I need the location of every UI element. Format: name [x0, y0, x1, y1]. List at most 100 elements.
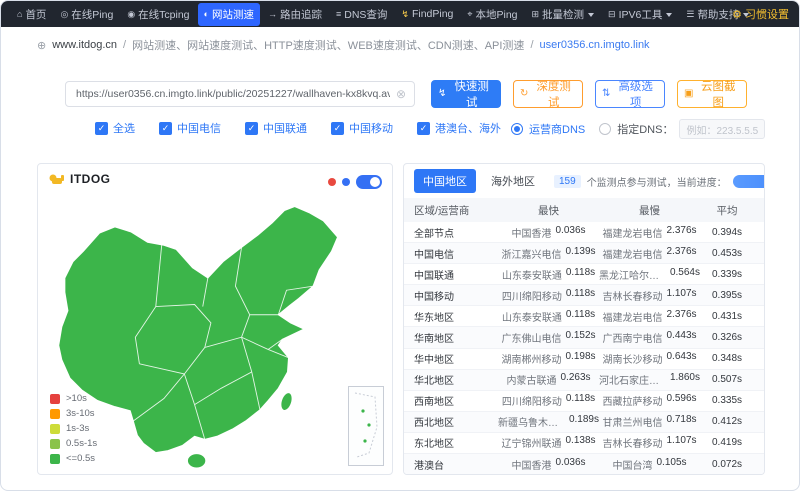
nav-item-label: DNS查询: [344, 8, 388, 21]
map-controls: [328, 175, 382, 189]
nav-item-label: 在线Ping: [71, 8, 114, 21]
chevron-down-icon: [588, 12, 595, 20]
slowest-time: 1.860s: [669, 372, 700, 384]
taiwan-island: [280, 392, 293, 411]
fastest-node: 湖南郴州移动: [501, 355, 562, 367]
nav-item[interactable]: ⊞ 批量检测: [526, 3, 601, 26]
table-row[interactable]: 华北地区 内蒙古联通 0.263s 河北石家庄电信 1.860s 0.507s: [404, 369, 764, 391]
breadcrumb: ⊕ www.itdog.cn / 网站测速、网站速度测试、HTTP速度测试、WE…: [37, 37, 783, 53]
nav-item-label: 首页: [25, 8, 47, 21]
fastest-marker-dot-icon: [342, 178, 350, 186]
deep-test-button[interactable]: ↻ 深度测试: [513, 80, 583, 109]
col-region-header: 区域/运营商: [414, 204, 470, 217]
navbar-items: ⌂ 首页 ◎ 在线Ping ◉ 在线Tcping ◐ 网站测速 → 路由追踪 ≡…: [11, 2, 750, 26]
table-row[interactable]: 西南地区 四川绵阳移动 0.118s 西藏拉萨移动 0.596s 0.335s: [404, 391, 764, 412]
results-tabs: 中国地区 海外地区: [414, 169, 544, 193]
map-marker-toggle[interactable]: [356, 175, 382, 189]
slowest-node: 福建龙岩电信: [602, 249, 663, 261]
table-row[interactable]: 中国联通 山东泰安联通 0.118s 黑龙江哈尔滨联通 0.564s 0.339…: [404, 264, 764, 286]
table-row[interactable]: 全部节点 中国香港 0.036s 福建龙岩电信 2.376s 0.394s: [404, 222, 764, 244]
legend-label: 0.5s-1s: [66, 438, 98, 449]
nav-item[interactable]: ⌖ 本地Ping: [461, 3, 523, 26]
fastest-node: 四川绵阳移动: [501, 397, 562, 409]
fastest-time: 0.263s: [560, 372, 591, 384]
table-row[interactable]: 西北地区 新疆乌鲁木齐电信 0.189s 甘肃兰州电信 0.718s 0.412…: [404, 411, 764, 433]
region-checkbox[interactable]: ✓ 中国电信: [159, 120, 221, 136]
row-average: 0.412s: [711, 416, 743, 428]
results-tab[interactable]: 中国地区: [414, 169, 476, 193]
cloud-screenshot-button[interactable]: ▣ 云图截图: [677, 80, 747, 109]
checkbox-label: 中国移动: [349, 123, 393, 135]
region-checkbox[interactable]: ✓ 港澳台、海外: [417, 120, 501, 136]
row-average: 0.335s: [711, 395, 743, 407]
nav-item[interactable]: ↯ FindPing: [395, 4, 459, 24]
row-region: 东北地区: [414, 439, 454, 451]
row-slowest: 福建龙岩电信 2.376s: [599, 225, 700, 240]
table-row[interactable]: 中国移动 四川绵阳移动 0.118s 吉林长春移动 1.107s 0.395s: [404, 285, 764, 307]
slowest-time: 0.105s: [656, 456, 687, 468]
table-row[interactable]: 华东地区 山东泰安联通 0.118s 福建龙岩电信 2.376s 0.431s: [404, 306, 764, 328]
url-input[interactable]: [74, 87, 392, 101]
region-checkbox[interactable]: ✓ 中国联通: [245, 120, 307, 136]
isp-dns-label[interactable]: 运营商DNS: [529, 121, 585, 137]
nav-item[interactable]: ⌂ 首页: [11, 3, 52, 26]
row-slowest: 中国台湾 0.105s: [599, 457, 700, 472]
checkbox-checked-icon: ✓: [245, 121, 258, 135]
breadcrumb-site: www.itdog.cn: [52, 39, 118, 51]
legend-item: 1s-3s: [50, 423, 97, 434]
row-slowest: 福建龙岩电信 2.376s: [599, 246, 700, 261]
fastest-node: 四川绵阳移动: [501, 291, 562, 303]
row-fastest: 新疆乌鲁木齐电信 0.189s: [498, 414, 599, 429]
settings-button[interactable]: ⚙ 习惯设置: [732, 6, 789, 22]
legend-color-swatch: [50, 408, 60, 419]
camera-icon: ▣: [684, 88, 694, 99]
checkbox-label: 港澳台、海外: [435, 123, 501, 135]
col-average-header: 平均: [716, 204, 738, 217]
table-row[interactable]: 港澳台 中国香港 0.036s 中国台湾 0.105s 0.072s: [404, 454, 764, 474]
nav-item-label: 网站测速: [211, 8, 254, 21]
nav-item[interactable]: ≡ DNS查询: [330, 3, 393, 26]
nav-item[interactable]: ⊟ IPV6工具: [602, 3, 678, 26]
row-region: 华东地区: [414, 312, 454, 324]
row-fastest: 内蒙古联通 0.263s: [498, 372, 599, 387]
row-region: 港澳台: [414, 460, 444, 472]
nav-item[interactable]: ◐ 网站测速: [197, 2, 260, 26]
region-checkbox[interactable]: ✓ 全选: [95, 120, 135, 136]
row-average: 0.431s: [711, 310, 743, 322]
fastest-node: 山东泰安联通: [501, 312, 562, 324]
slowest-time: 0.718s: [666, 414, 697, 426]
table-row[interactable]: 华中地区 湖南郴州移动 0.198s 湖南长沙移动 0.643s 0.348s: [404, 349, 764, 370]
row-fastest: 四川绵阳移动 0.118s: [498, 288, 599, 303]
legend-item: <=0.5s: [50, 453, 97, 464]
table-row[interactable]: 中国电信 浙江嘉兴电信 0.139s 福建龙岩电信 2.376s 0.453s: [404, 243, 764, 265]
table-row[interactable]: 东北地区 辽宁锦州联通 0.138s 吉林长春移动 1.107s 0.419s: [404, 433, 764, 455]
isp-dns-radio[interactable]: [511, 123, 523, 135]
nav-item[interactable]: → 路由追踪: [262, 3, 328, 26]
slowest-node: 广西南宁电信: [602, 334, 663, 346]
home-icon: ⌂: [17, 8, 23, 19]
legend-item: >10s: [50, 393, 97, 404]
region-checkbox[interactable]: ✓ 中国移动: [331, 120, 393, 136]
nav-item[interactable]: ◎ 在线Ping: [54, 3, 119, 26]
advanced-options-button[interactable]: ⇅ 高级选项: [595, 80, 665, 109]
slowest-node: 福建龙岩电信: [602, 312, 663, 324]
progress-bar: 100%: [732, 174, 764, 188]
row-fastest: 中国香港 0.036s: [498, 225, 599, 240]
progress-text: 个监测点参与测试，当前进度：: [586, 177, 727, 189]
slowest-node: 湖南长沙移动: [602, 355, 663, 367]
custom-dns-radio[interactable]: [599, 123, 612, 135]
row-fastest: 四川绵阳移动 0.118s: [498, 393, 599, 408]
map-panel: ITDOG >10s 3s-10s 1s-3s 0.5s-1s <=0.5s: [37, 163, 393, 475]
row-fastest: 山东泰安联通 0.118s: [498, 309, 599, 324]
tcping-icon: ◉: [127, 8, 136, 19]
quick-test-button[interactable]: ↯ 快速测试: [431, 80, 501, 109]
breadcrumb-current-domain[interactable]: user0356.cn.imgto.link: [540, 39, 650, 51]
clear-input-icon[interactable]: ⊗: [396, 87, 406, 101]
custom-dns-label[interactable]: 指定DNS：: [617, 121, 673, 137]
south-china-sea-inset: [348, 386, 384, 466]
results-tab[interactable]: 海外地区: [482, 169, 544, 193]
table-row[interactable]: 华南地区 广东佛山电信 0.152s 广西南宁电信 0.443s 0.326s: [404, 327, 764, 349]
custom-dns-input[interactable]: 例如：223.5.5.5: [679, 119, 766, 139]
nav-item[interactable]: ◉ 在线Tcping: [121, 3, 195, 26]
results-table-header: 区域/运营商 最快 最慢 平均: [404, 198, 764, 222]
